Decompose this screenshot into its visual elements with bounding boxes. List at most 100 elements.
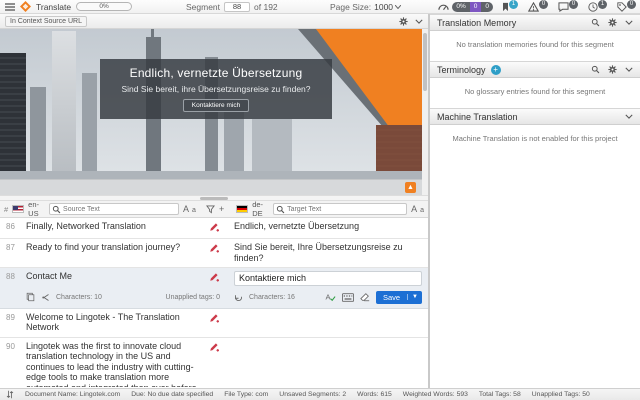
status-item: File Type: com [224,391,268,398]
source-text: Finally, Networked Translation [26,221,200,234]
scroll-to-top-button[interactable]: ▲ [405,182,416,193]
search-icon[interactable] [591,65,600,74]
search-icon[interactable] [591,18,600,27]
add-filter-button[interactable]: + [219,205,224,214]
segment-row-90[interactable]: 90Lingotek was the first to innovate clo… [0,338,428,388]
building-silhouette [30,87,46,183]
unapplied-tags-count: Unapplied tags: 0 [166,294,228,301]
match-pencil-icon[interactable] [209,342,219,352]
badge-count: 0 [539,0,548,9]
match-pencil-icon[interactable] [209,243,219,253]
eraser-icon[interactable] [360,292,370,302]
segment-number: 86 [0,221,26,234]
chevron-down-icon[interactable] [625,114,633,119]
status-bar: Document Name: Lingotek.com Due: No due d… [0,388,640,400]
speedometer-icon [438,3,449,11]
webpage-preview[interactable]: Endlich, vernetzte Übersetzung Sind Sie … [0,29,428,195]
target-text[interactable]: Sind Sie bereit, Ihre Übersetzungsreise … [228,242,428,263]
source-search [49,203,179,215]
source-language-label: en-US [28,200,45,218]
target-font-size-controls[interactable]: Aa [411,204,424,214]
resources-sidebar: Translation MemoryNo translation memorie… [430,14,640,388]
panel-title: Terminology [437,65,486,75]
undo-icon[interactable] [234,293,243,302]
spellcheck-icon[interactable]: A [325,292,336,302]
segment-number-column-icon: # [4,205,8,214]
segment-number: 88 [0,271,26,286]
status-item: Total Tags: 58 [479,391,521,398]
target-text[interactable] [228,341,428,388]
warning-icon[interactable]: 0 [528,2,548,12]
page-lower-strip: ▲ [0,179,428,195]
status-item: Weighted Words: 593 [403,391,468,398]
translation-workbench: Translate 0% Segment of 192 Page Size: 1… [0,0,640,400]
source-search-input[interactable] [49,203,179,215]
badge-count: 0 [569,0,578,9]
sort-icon[interactable] [6,390,14,399]
chevron-down-icon[interactable] [625,20,633,25]
target-search-input[interactable] [273,203,407,215]
us-flag-icon [12,205,24,213]
segment-row-87[interactable]: 87Ready to find your translation journey… [0,239,428,268]
top-toolbar: Translate 0% Segment of 192 Page Size: 1… [0,0,640,14]
match-pencil-icon[interactable] [209,272,219,282]
target-text[interactable] [228,312,428,333]
filter-icon[interactable] [206,205,215,214]
segment-grid: 86Finally, Networked Translation Endlich,… [0,218,428,387]
segment-number: 87 [0,242,26,263]
source-font-size-controls[interactable]: Aa [183,204,196,214]
target-char-count: Characters: 16 [249,294,295,301]
search-icon [52,205,61,216]
tag-icon[interactable]: 0 [617,2,636,12]
segment-number-input[interactable] [224,2,250,12]
in-context-bar: In Context Source URL [0,14,428,29]
target-language-label: de-DE [252,200,269,218]
contact-me-button[interactable]: Kontaktiere mich [183,99,249,112]
chevron-down-icon[interactable] [625,67,633,72]
add-term-button[interactable]: + [491,65,501,75]
lingotek-logo-icon [20,1,31,12]
page-size-select[interactable]: 1000 [374,2,401,12]
hamburger-menu-icon[interactable] [5,3,15,11]
building-silhouette [82,73,97,183]
gear-icon[interactable] [608,65,617,74]
in-context-source-url-tab[interactable]: In Context Source URL [5,16,87,27]
status-item: Words: 615 [357,391,392,398]
segment-row-86[interactable]: 86Finally, Networked Translation Endlich,… [0,218,428,239]
gear-icon[interactable] [608,18,617,27]
progress-indicator: 0% [76,2,132,11]
panel-header-machine-translation[interactable]: Machine Translation [430,108,640,125]
clock-icon[interactable]: 1 [588,2,607,12]
panel-header-terminology[interactable]: Terminology + [430,61,640,78]
document-pane: In Context Source URL Endlich, vernetzte… [0,14,428,388]
match-pencil-icon[interactable] [209,313,219,323]
bookmark-icon[interactable]: 1 [502,2,518,12]
target-editor[interactable]: Kontaktiere mich [234,271,422,286]
target-text[interactable]: Endlich, vernetzte Übersetzung [228,221,428,234]
keyboard-icon[interactable] [342,293,354,302]
segment-row-88[interactable]: 88Contact MeKontaktiere mich [0,268,428,288]
match-pencil-icon[interactable] [209,222,219,232]
save-button[interactable]: Save▼ [376,291,422,304]
chevron-down-icon[interactable] [415,19,423,24]
segment-filter-bar: # en-US Aa + de-DE Aa [0,201,428,218]
split-icon[interactable] [41,293,50,302]
active-segment-toolbar: Characters: 10Unapplied tags: 0Character… [0,288,428,309]
target-text[interactable]: Kontaktiere mich [228,271,428,286]
segment-row-89[interactable]: 89Welcome to Lingotek - The Translation … [0,309,428,338]
save-options-caret[interactable]: ▼ [407,294,422,300]
status-item: Document Name: Lingotek.com [25,391,120,398]
panel-message: No translation memories found for this s… [430,31,640,61]
gear-icon[interactable] [399,17,408,26]
hero-heading: Endlich, vernetzte Übersetzung [100,66,332,80]
street-level [0,171,428,179]
badge-count: 0 [627,0,636,9]
tm-leverage-gauge[interactable]: 0%00 [438,2,493,12]
copy-icon[interactable] [26,292,35,302]
panel-header-translation-memory[interactable]: Translation Memory [430,14,640,31]
comment-icon[interactable]: 0 [558,2,578,12]
status-item: Due: No due date specified [131,391,213,398]
panel-title: Machine Translation [437,112,518,122]
status-item: Unapplied Tags: 50 [532,391,590,398]
badge-count: 1 [598,0,607,9]
